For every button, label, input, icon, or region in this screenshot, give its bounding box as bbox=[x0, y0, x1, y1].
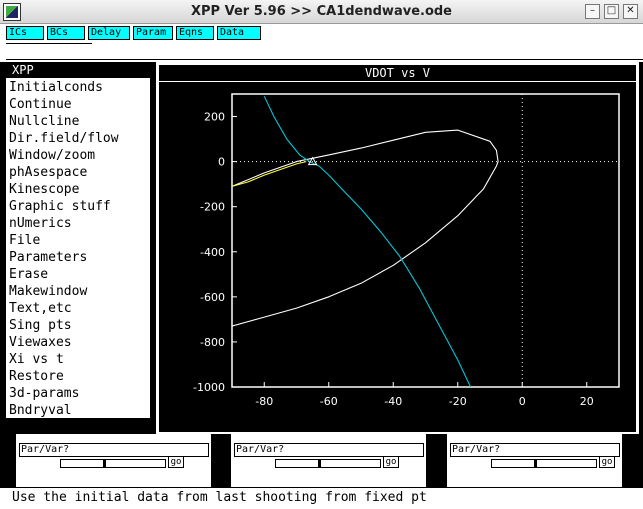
go-button[interactable]: go bbox=[168, 456, 184, 468]
ics-button[interactable]: ICs bbox=[6, 26, 44, 40]
menu-item-window-zoom[interactable]: Window/zoom bbox=[9, 147, 95, 164]
menu-item-dir-field-flow[interactable]: Dir.field/flow bbox=[9, 130, 119, 147]
bcs-button[interactable]: BCs bbox=[47, 26, 85, 40]
slider-panel-1: Par/Var? go bbox=[15, 434, 211, 487]
menu-item-restore[interactable]: Restore bbox=[9, 368, 64, 385]
data-button[interactable]: Data bbox=[217, 26, 261, 40]
toolbar-area: ICs BCs Delay Param Eqns Data bbox=[0, 24, 643, 62]
graph-title: VDOT vs V bbox=[159, 65, 636, 81]
menu-item-numerics[interactable]: nUmerics bbox=[9, 215, 72, 232]
go-button[interactable]: go bbox=[383, 456, 399, 468]
menu-item-text-etc[interactable]: Text,etc bbox=[9, 300, 72, 317]
x-tick-label: -40 bbox=[384, 395, 402, 408]
window-title: XPP Ver 5.96 >> CA1dendwave.ode bbox=[190, 4, 452, 19]
eqns-button[interactable]: Eqns bbox=[176, 26, 214, 40]
menu-item-phasespace[interactable]: phAsespace bbox=[9, 164, 87, 181]
menu-item-sing-pts[interactable]: Sing pts bbox=[9, 317, 72, 334]
menu-title: XPP bbox=[6, 62, 150, 78]
title-bar: XPP Ver 5.96 >> CA1dendwave.ode – □ ✕ bbox=[0, 0, 643, 24]
command-line-top bbox=[6, 43, 92, 44]
x-tick-label: 20 bbox=[580, 395, 594, 408]
par-var-input[interactable]: Par/Var? bbox=[450, 443, 620, 457]
x-tick-label: 0 bbox=[519, 395, 526, 408]
x-tick-label: -60 bbox=[320, 395, 338, 408]
par-var-input[interactable]: Par/Var? bbox=[19, 443, 209, 457]
slider-track[interactable] bbox=[60, 459, 166, 468]
plot-frame bbox=[231, 93, 620, 388]
slider-thumb[interactable] bbox=[318, 460, 321, 467]
menu-item-nullcline[interactable]: Nullcline bbox=[9, 113, 79, 130]
plot-area[interactable]: -80 -60 -40 -20 0 20 200 0 -200 -400 -600 -800 -1000 bbox=[159, 82, 636, 432]
delay-button[interactable]: Delay bbox=[88, 26, 130, 40]
y-tick-label: -200 bbox=[200, 201, 225, 214]
maximize-button[interactable]: □ bbox=[604, 4, 619, 19]
slider-panel-3: Par/Var? go bbox=[446, 434, 622, 487]
x-tick-label: -80 bbox=[255, 395, 273, 408]
menu-item-kinescope[interactable]: Kinescope bbox=[9, 181, 79, 198]
par-var-input[interactable]: Par/Var? bbox=[234, 443, 424, 457]
menu-item-makewindow[interactable]: Makewindow bbox=[9, 283, 87, 300]
phase-plane-chart[interactable]: -80 -60 -40 -20 0 202000-200-400-600-800-1000 bbox=[159, 82, 636, 432]
slider-thumb[interactable] bbox=[103, 460, 106, 467]
slider-track[interactable] bbox=[491, 459, 597, 468]
command-line-divider bbox=[6, 59, 643, 60]
graph-window: VDOT vs V -80 -60 -40 -20 0 20 200 0 -200 -400 -60… bbox=[156, 62, 639, 434]
menu-item-graphic-stuff[interactable]: Graphic stuff bbox=[9, 198, 111, 215]
slider-panel-2: Par/Var? go bbox=[230, 434, 426, 487]
status-text: Use the initial data from last shooting … bbox=[12, 490, 427, 505]
slider-track[interactable] bbox=[275, 459, 381, 468]
series-line-3 bbox=[232, 161, 307, 187]
menu-item-bndryval[interactable]: Bndryval bbox=[9, 402, 72, 419]
menu-item-erase[interactable]: Erase bbox=[9, 266, 48, 283]
series-line-2 bbox=[263, 96, 472, 387]
y-tick-label: -800 bbox=[200, 336, 225, 349]
y-tick-label: -600 bbox=[200, 291, 225, 304]
x-tick-label: -20 bbox=[449, 395, 467, 408]
y-tick-label: -400 bbox=[200, 246, 225, 259]
y-tick-label: -1000 bbox=[193, 381, 225, 394]
close-button[interactable]: ✕ bbox=[623, 4, 638, 19]
y-tick-label: 0 bbox=[218, 156, 225, 169]
slider-thumb[interactable] bbox=[534, 460, 537, 467]
menu-item-initialconds[interactable]: Initialconds bbox=[9, 79, 103, 96]
menu-item-continue[interactable]: Continue bbox=[9, 96, 72, 113]
menu-item-xi-vs-t[interactable]: Xi vs t bbox=[9, 351, 64, 368]
go-button[interactable]: go bbox=[599, 456, 615, 468]
main-menu: XPP Initialconds Continue Nullcline Dir.fie… bbox=[3, 62, 153, 420]
menu-item-file[interactable]: File bbox=[9, 232, 40, 249]
menu-item-3d-params[interactable]: 3d-params bbox=[9, 385, 79, 402]
status-bar: Use the initial data from last shooting … bbox=[0, 487, 643, 509]
minimize-button[interactable]: – bbox=[585, 4, 600, 19]
param-button[interactable]: Param bbox=[133, 26, 173, 40]
menu-item-parameters[interactable]: Parameters bbox=[9, 249, 87, 266]
y-tick-label: 200 bbox=[204, 111, 225, 124]
series-line-1 bbox=[232, 129, 499, 327]
menu-item-viewaxes[interactable]: Viewaxes bbox=[9, 334, 72, 351]
